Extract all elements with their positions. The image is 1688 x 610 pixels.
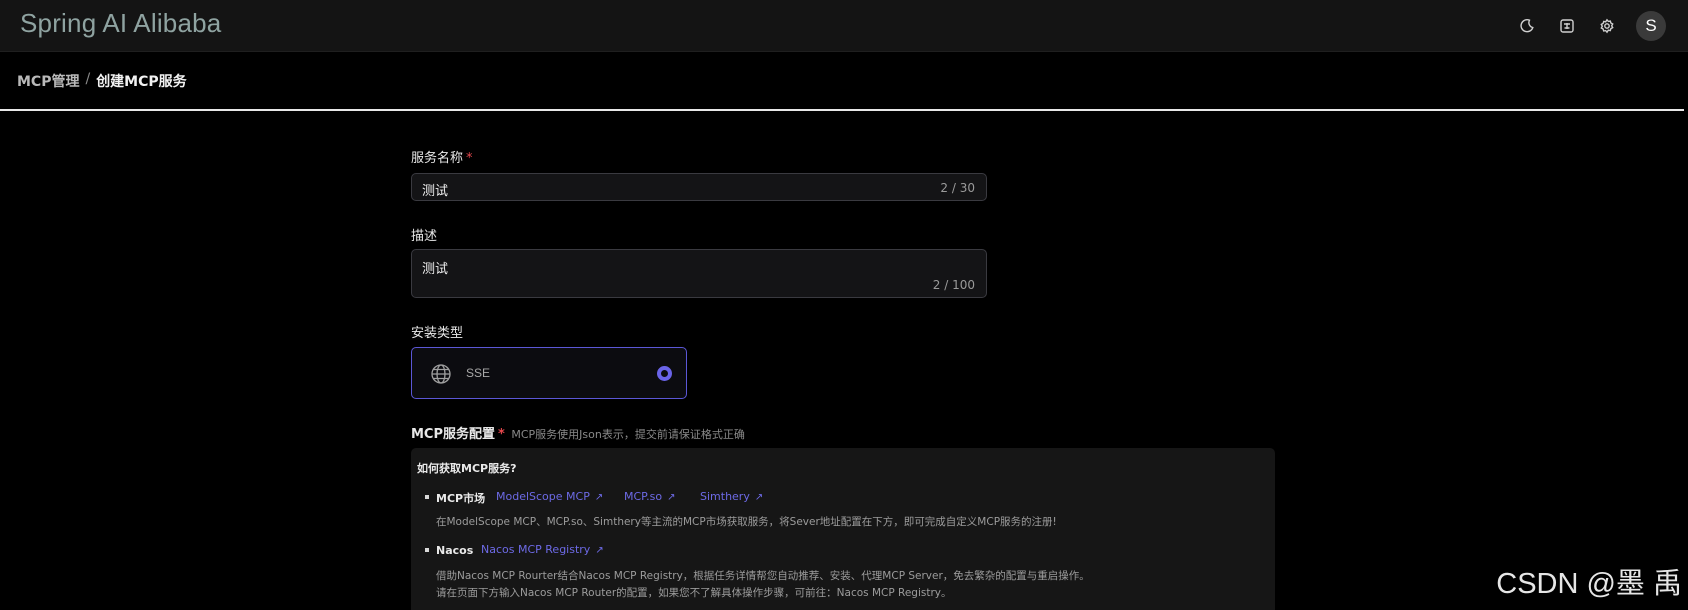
translate-icon[interactable]	[1556, 15, 1578, 37]
breadcrumb-current: 创建MCP服务	[96, 74, 187, 90]
moon-icon[interactable]	[1516, 15, 1538, 37]
nacos-desc-line-2: 请在页面下方输入Nacos MCP Router的配置，如果您不了解具体操作步骤…	[436, 587, 952, 599]
external-link-icon: ↗	[754, 492, 764, 503]
service-name-label: 服务名称 *	[411, 147, 473, 166]
nacos-mcp-registry-link[interactable]: Nacos MCP Registry ↗	[481, 543, 604, 556]
description-value: 测试	[422, 262, 449, 277]
top-bar: Spring AI Alibaba S	[0, 0, 1688, 52]
mcp-so-link[interactable]: MCP.so ↗	[624, 490, 675, 503]
nacos-mcp-registry-link-label: Nacos MCP Registry	[481, 543, 591, 556]
modelscope-mcp-link[interactable]: ModelScope MCP ↗	[496, 490, 603, 503]
breadcrumb-separator: /	[85, 71, 91, 87]
breadcrumb-mcp-management[interactable]: MCP管理	[17, 71, 79, 91]
mcp-config-label-text: MCP服务配置	[411, 427, 496, 442]
help-panel-title: 如何获取MCP服务?	[417, 462, 517, 475]
header-divider	[0, 109, 1684, 111]
breadcrumb: MCP管理 / 创建MCP服务	[17, 71, 187, 91]
mcp-config-label: MCP服务配置 * MCP服务使用Json表示，提交前请保证格式正确	[411, 423, 745, 442]
simthery-link-label: Simthery	[700, 490, 750, 503]
bullet-icon	[425, 548, 429, 552]
avatar[interactable]: S	[1636, 11, 1666, 41]
mcp-so-link-label: MCP.so	[624, 490, 663, 503]
install-type-sse-option[interactable]: SSE	[411, 347, 687, 399]
external-link-icon: ↗	[667, 492, 676, 503]
header-actions: S	[1516, 11, 1666, 41]
modelscope-mcp-link-label: ModelScope MCP	[496, 490, 590, 503]
mcp-config-hint: MCP服务使用Json表示，提交前请保证格式正确	[511, 428, 745, 441]
bullet-icon	[425, 495, 429, 499]
external-link-icon: ↗	[595, 545, 604, 556]
mcp-market-title: MCP市场	[436, 492, 486, 505]
service-name-value: 测试	[422, 184, 449, 199]
required-mark: *	[466, 151, 473, 166]
external-link-icon: ↗	[594, 492, 604, 503]
service-name-input[interactable]: 测试 2 / 30	[411, 173, 987, 201]
service-name-label-text: 服务名称	[411, 151, 464, 166]
mcp-market-desc: 在ModelScope MCP、MCP.so、Simthery等主流的MCP市场…	[436, 516, 1057, 528]
description-label: 描述	[411, 229, 438, 244]
app-logo[interactable]: Spring AI Alibaba	[20, 8, 221, 39]
description-count: 2 / 100	[932, 278, 975, 292]
gear-icon[interactable]	[1596, 15, 1618, 37]
csdn-watermark: CSDN @墨 禹	[1496, 568, 1682, 600]
description-textarea[interactable]: 测试 2 / 100	[411, 249, 987, 298]
simthery-link[interactable]: Simthery ↗	[700, 490, 763, 503]
service-name-count: 2 / 30	[940, 181, 975, 195]
mcp-help-panel: 如何获取MCP服务? MCP市场 ModelScope MCP ↗ MCP.so ↗…	[411, 448, 1275, 610]
required-mark: *	[498, 427, 505, 442]
sse-radio[interactable]	[657, 366, 672, 381]
nacos-title: Nacos	[436, 544, 474, 557]
install-type-label: 安装类型	[411, 326, 464, 341]
sse-option-label: SSE	[466, 366, 491, 380]
globe-icon	[430, 363, 452, 385]
nacos-desc-line-1: 借助Nacos MCP Rourter结合Nacos MCP Registry，…	[436, 570, 1090, 582]
